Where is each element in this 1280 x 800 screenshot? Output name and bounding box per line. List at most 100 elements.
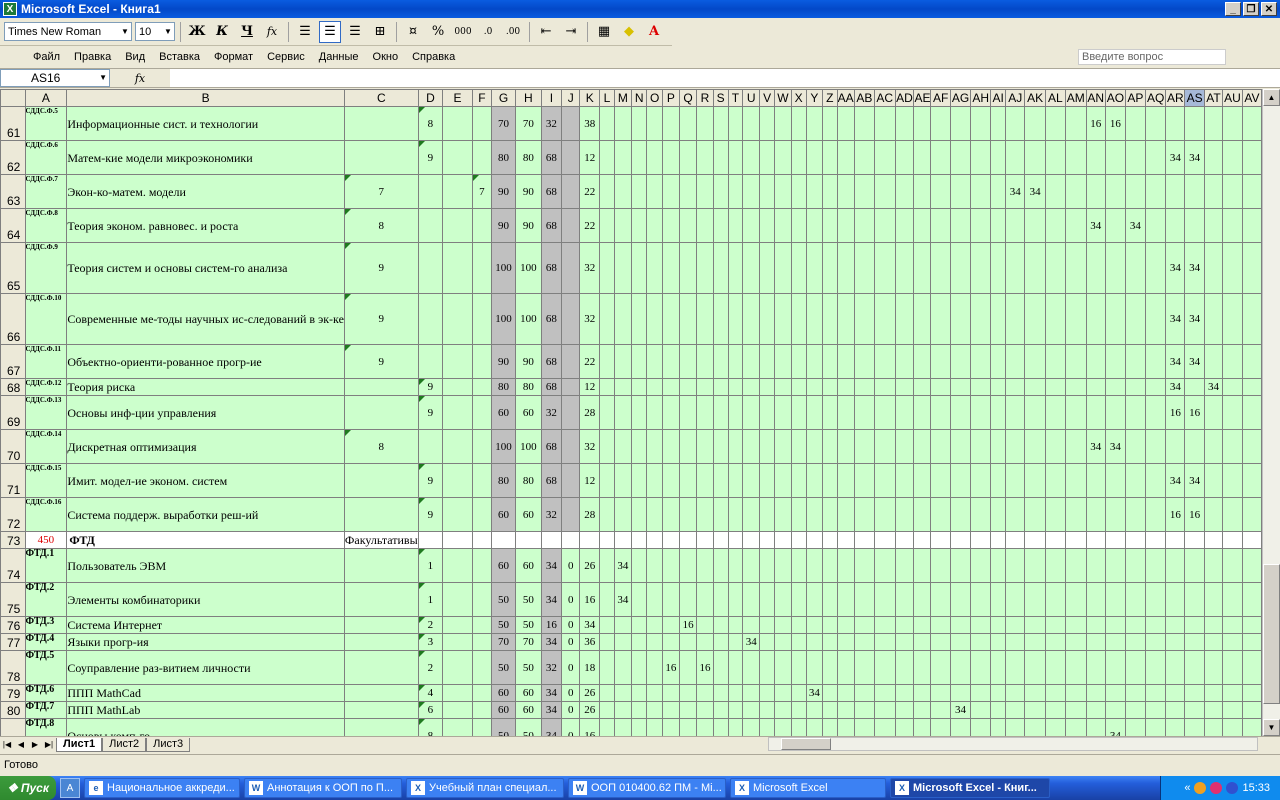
row-header[interactable]: 78 (0, 650, 26, 685)
cell-ag[interactable] (949, 429, 972, 464)
cell-ab[interactable] (853, 701, 875, 719)
cell-as[interactable] (1184, 701, 1206, 719)
row-header[interactable]: 61 (0, 106, 26, 141)
cell-l[interactable] (599, 242, 615, 294)
cell-al[interactable] (1044, 395, 1066, 430)
cell-m[interactable] (613, 497, 633, 532)
column-header-c[interactable]: C (343, 89, 419, 107)
cell-as[interactable] (1184, 633, 1206, 651)
cell-m[interactable] (613, 106, 633, 141)
cell-f[interactable] (471, 463, 492, 498)
cell-i[interactable]: 68 (540, 242, 563, 294)
cell-aj[interactable] (1005, 242, 1026, 294)
cell-t[interactable] (727, 378, 744, 396)
cell-an[interactable] (1085, 718, 1107, 736)
cell-ac[interactable] (873, 208, 896, 243)
cell-ae[interactable] (913, 463, 932, 498)
cell-r[interactable] (696, 242, 714, 294)
cell-v[interactable] (759, 701, 776, 719)
underline-button[interactable]: Ч (236, 21, 258, 43)
menu-view[interactable]: Вид (118, 51, 152, 63)
cell-as[interactable] (1184, 378, 1206, 396)
cell-ac[interactable] (873, 701, 896, 719)
cell-h[interactable]: 60 (515, 497, 542, 532)
cell-o[interactable] (646, 395, 663, 430)
cell-z[interactable] (822, 429, 838, 464)
cell-aq[interactable] (1145, 582, 1167, 617)
cell-ag[interactable] (949, 140, 972, 175)
column-header-af[interactable]: AF (930, 89, 951, 107)
cell-v[interactable] (759, 140, 776, 175)
cell-ao[interactable] (1105, 242, 1126, 294)
cell-f[interactable] (471, 242, 492, 294)
cell-c[interactable] (343, 497, 419, 532)
cell-ab[interactable] (853, 106, 875, 141)
cell-m[interactable] (613, 701, 633, 719)
cell-t[interactable] (727, 616, 744, 634)
cell-ai[interactable] (990, 106, 1007, 141)
cell-ab[interactable] (853, 582, 875, 617)
cell-ae[interactable] (913, 208, 932, 243)
cell-s[interactable] (712, 633, 729, 651)
cell-a[interactable]: ФТД.1 (24, 548, 68, 583)
cell-n[interactable] (631, 378, 648, 396)
cell-b[interactable]: Теория эконом. равновес. и роста (66, 208, 345, 243)
cell-aj[interactable] (1005, 701, 1026, 719)
cell-ar[interactable]: 34 (1165, 344, 1186, 379)
cell-an[interactable] (1085, 701, 1107, 719)
cell-e[interactable] (442, 378, 473, 396)
cell-aj[interactable]: 34 (1005, 174, 1026, 209)
cell-w[interactable] (774, 548, 792, 583)
cell-l[interactable] (599, 429, 615, 464)
cell-af[interactable] (930, 106, 951, 141)
cell-av[interactable] (1241, 531, 1262, 549)
cell-r[interactable] (696, 208, 714, 243)
cell-p[interactable] (661, 701, 680, 719)
cell-as[interactable] (1184, 616, 1206, 634)
cell-ah[interactable] (970, 463, 992, 498)
cell-ah[interactable] (970, 174, 992, 209)
cell-ad[interactable] (894, 650, 915, 685)
cell-r[interactable] (696, 718, 714, 736)
restore-button[interactable]: ❐ (1243, 2, 1259, 16)
cell-ae[interactable] (913, 650, 932, 685)
cell-aj[interactable] (1005, 293, 1026, 345)
row-header[interactable]: 71 (0, 463, 26, 498)
scroll-up-icon[interactable]: ▲ (1263, 89, 1280, 106)
align-right-icon[interactable]: ☰ (344, 21, 366, 43)
cell-am[interactable] (1064, 293, 1087, 345)
cell-d[interactable]: 8 (417, 718, 444, 736)
cell-e[interactable] (442, 174, 473, 209)
cell-aa[interactable] (836, 242, 855, 294)
column-header-ap[interactable]: AP (1124, 89, 1147, 107)
sheet-tab-2[interactable]: Лист2 (102, 737, 147, 752)
cell-y[interactable] (805, 344, 824, 379)
cell-ao[interactable]: 16 (1105, 106, 1126, 141)
cell-j[interactable]: 0 (561, 548, 581, 583)
cell-r[interactable] (696, 378, 714, 396)
cell-s[interactable] (712, 378, 729, 396)
cell-ag[interactable] (949, 174, 972, 209)
cell-ar[interactable] (1165, 531, 1186, 549)
cell-p[interactable] (661, 616, 680, 634)
cell-ae[interactable] (913, 106, 932, 141)
cell-ad[interactable] (894, 344, 915, 379)
cell-q[interactable] (678, 242, 698, 294)
cell-as[interactable]: 34 (1184, 344, 1206, 379)
cell-d[interactable]: 2 (417, 616, 444, 634)
cell-y[interactable] (805, 633, 824, 651)
cell-z[interactable] (822, 344, 838, 379)
cell-ad[interactable] (894, 429, 915, 464)
cell-ak[interactable] (1024, 106, 1046, 141)
cell-h[interactable]: 50 (515, 616, 542, 634)
cell-m[interactable] (613, 140, 633, 175)
cell-x[interactable] (790, 463, 807, 498)
cell-r[interactable] (696, 174, 714, 209)
cell-ao[interactable] (1105, 497, 1126, 532)
cell-d[interactable]: 3 (417, 633, 444, 651)
cell-y[interactable] (805, 140, 824, 175)
next-sheet-icon[interactable]: ▶ (28, 740, 42, 749)
menu-file[interactable]: Файл (26, 51, 67, 63)
cell-n[interactable] (631, 429, 648, 464)
cell-s[interactable] (712, 497, 729, 532)
